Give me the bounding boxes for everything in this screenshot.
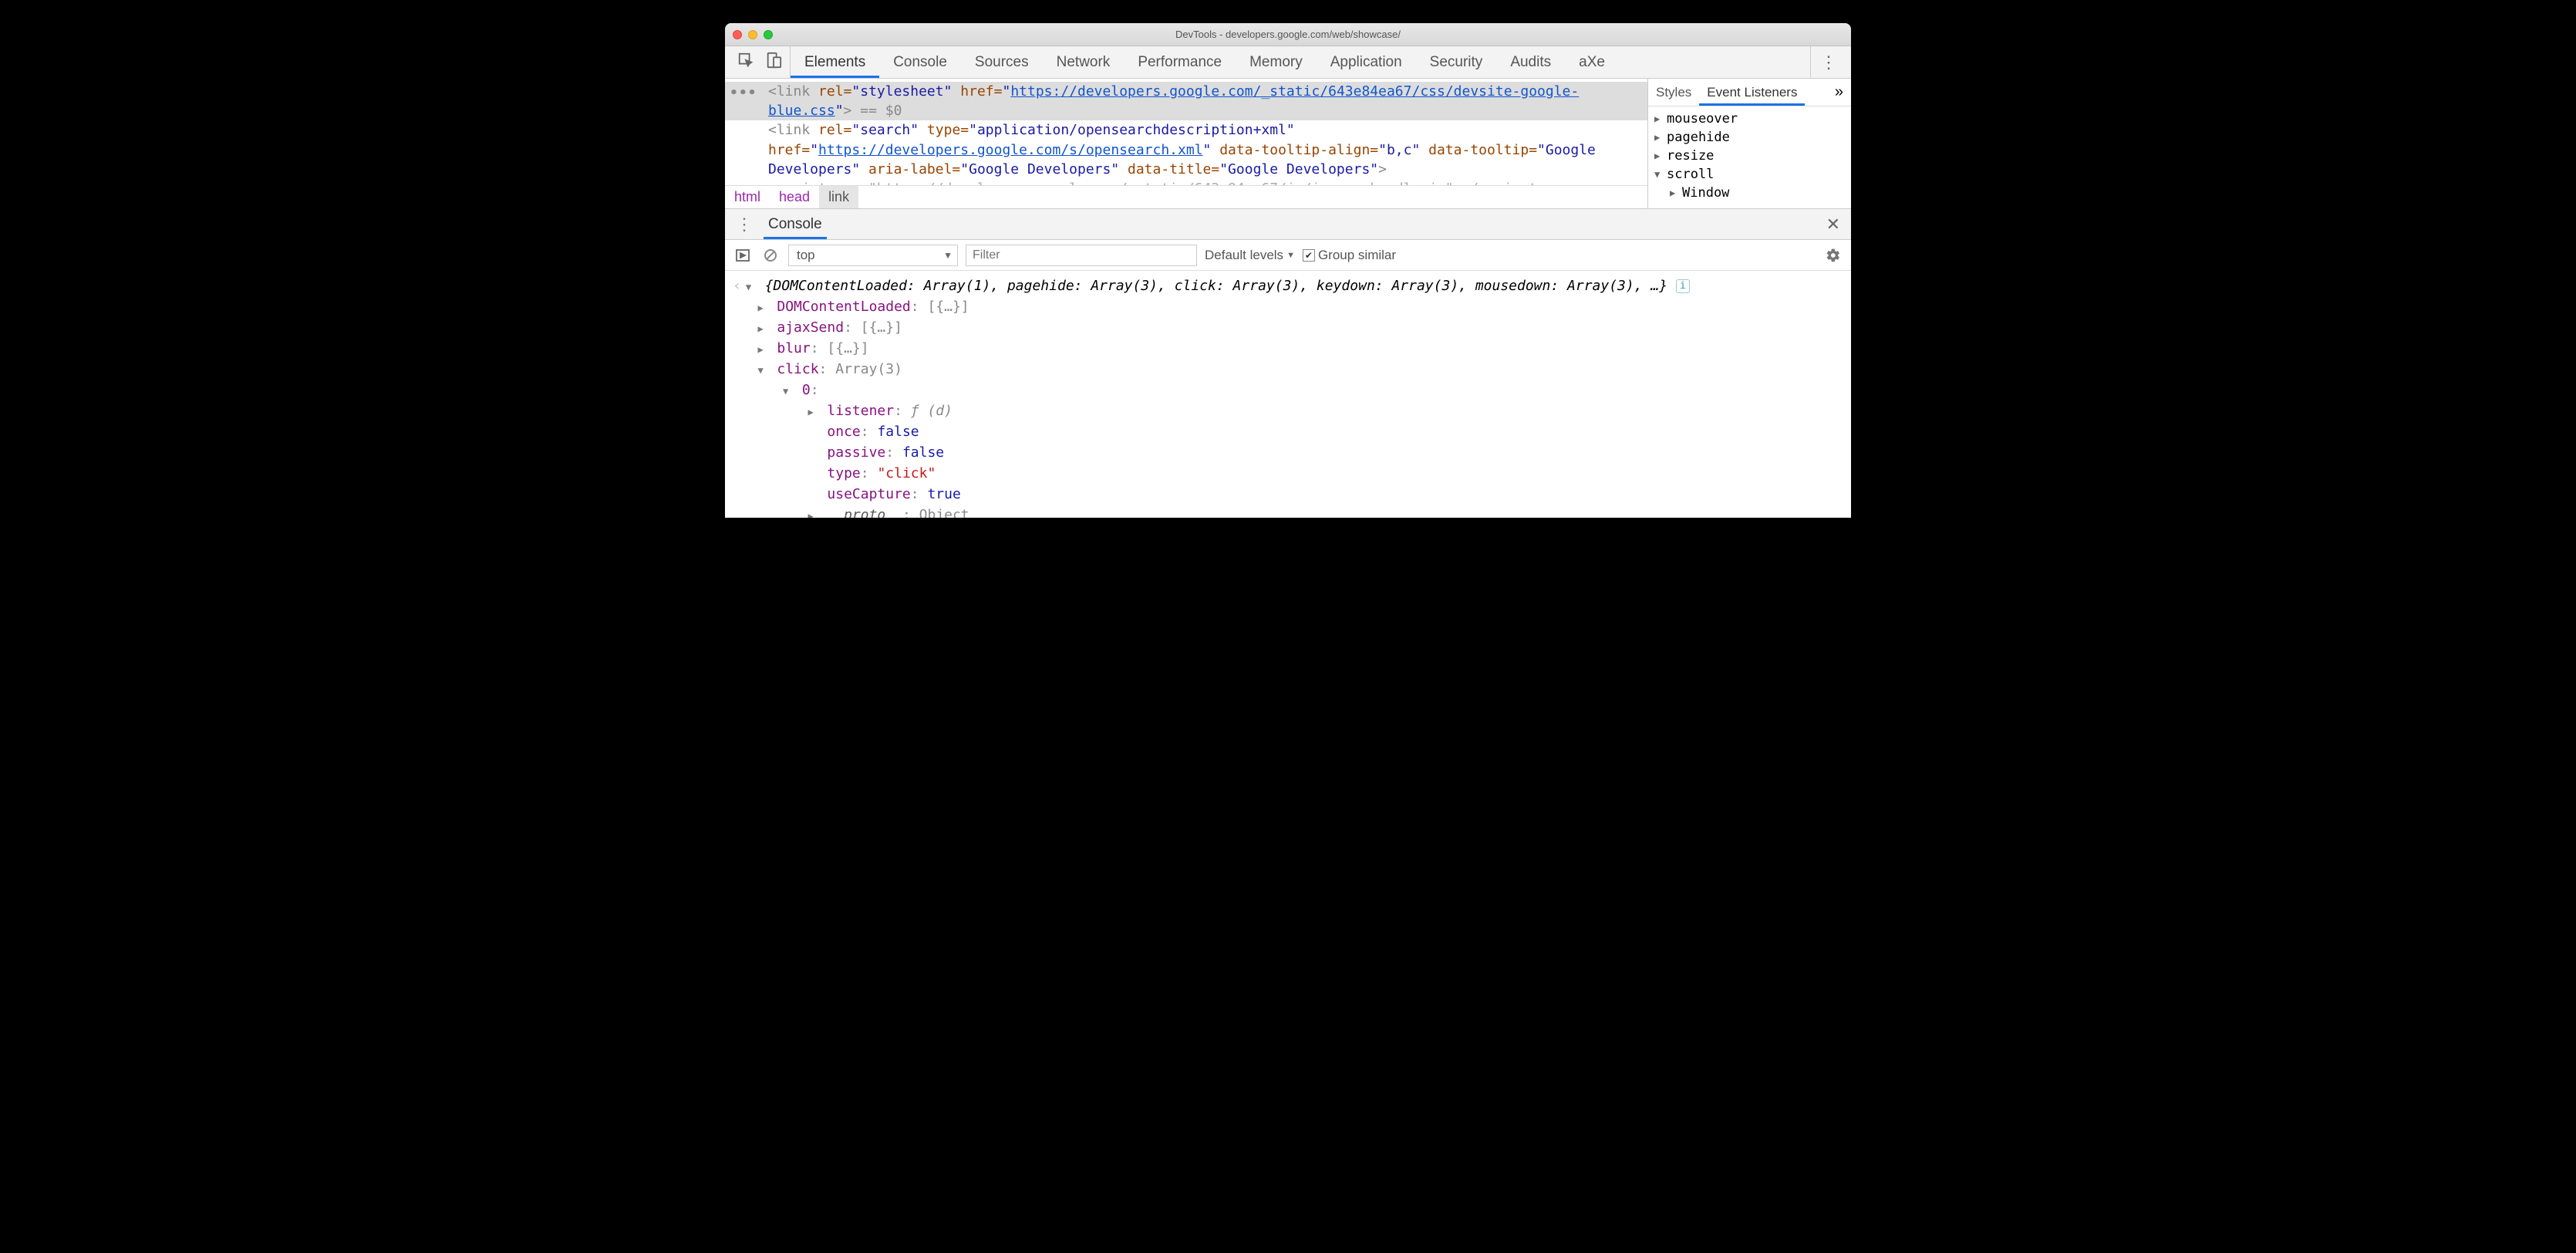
dom-href-link[interactable]: https://developers.google.com/s/opensear… <box>818 142 1203 158</box>
tab-console[interactable]: Console <box>879 46 961 78</box>
sidebar-tab-event-listeners[interactable]: Event Listeners <box>1699 79 1805 106</box>
tab-security[interactable]: Security <box>1416 46 1497 78</box>
checkbox-checked-icon: ✔ <box>1303 249 1315 262</box>
tab-audits[interactable]: Audits <box>1496 46 1565 78</box>
console-output[interactable]: ‹ {DOMContentLoaded: Array(1), pagehide:… <box>725 271 1851 518</box>
dropdown-icon: ▼ <box>1286 251 1295 260</box>
devtools-window: DevTools - developers.google.com/web/sho… <box>725 23 1851 518</box>
dom-node-selected[interactable]: <link rel="stylesheet" href="https://dev… <box>725 82 1647 120</box>
console-object-row[interactable]: ajaxSend: [{…}] <box>733 317 1843 338</box>
disclosure-triangle-icon[interactable] <box>758 322 769 336</box>
event-listener-item[interactable]: ▶resize <box>1648 147 1851 165</box>
disclosure-triangle-icon[interactable] <box>808 509 819 518</box>
disclosure-triangle-icon[interactable] <box>758 343 769 356</box>
disclosure-triangle-icon[interactable] <box>746 280 757 294</box>
tab-elements[interactable]: Elements <box>791 46 879 78</box>
tab-sources[interactable]: Sources <box>961 46 1043 78</box>
sidebar-more-icon[interactable]: » <box>1827 83 1851 101</box>
disclosure-triangle-icon[interactable] <box>758 363 769 377</box>
log-levels-selector[interactable]: Default levels ▼ <box>1205 248 1295 263</box>
dom-tree[interactable]: ••• <link rel="stylesheet" href="https:/… <box>725 79 1647 185</box>
main-tab-strip: Elements Console Sources Network Perform… <box>725 46 1851 79</box>
toolbar-icons <box>730 46 791 78</box>
console-object-row[interactable]: blur: [{…}] <box>733 338 1843 359</box>
breadcrumb: html head link <box>725 185 1647 208</box>
window-titlebar: DevTools - developers.google.com/web/sho… <box>725 23 1851 46</box>
sidebar-panel: Styles Event Listeners » ▶mouseover ▶pag… <box>1647 79 1851 208</box>
event-listener-child[interactable]: ▶Window <box>1648 184 1851 202</box>
disclosure-triangle-icon[interactable] <box>808 405 819 419</box>
console-object-row[interactable]: 0: <box>733 380 1843 400</box>
console-toolbar: top ▼ Default levels ▼ ✔ Group similar <box>725 240 1851 271</box>
console-filter-input[interactable] <box>966 245 1197 266</box>
group-similar-checkbox[interactable]: ✔ Group similar <box>1303 248 1396 263</box>
execution-scope-icon[interactable] <box>733 245 753 265</box>
console-object-row[interactable]: __proto__: Object <box>733 505 1843 518</box>
drawer-menu-icon[interactable]: ⋮ <box>725 214 764 235</box>
tab-performance[interactable]: Performance <box>1124 46 1236 78</box>
window-title: DevTools - developers.google.com/web/sho… <box>725 29 1851 40</box>
tab-axe[interactable]: aXe <box>1565 46 1619 78</box>
info-icon[interactable]: i <box>1676 279 1690 293</box>
ellipsis-icon: ••• <box>730 83 757 103</box>
main-menu-icon[interactable]: ⋮ <box>1810 46 1846 78</box>
drawer-tab-console[interactable]: Console <box>764 209 827 239</box>
device-toolbar-icon[interactable] <box>765 52 782 73</box>
event-listeners-list: ▶mouseover ▶pagehide ▶resize ▼scroll ▶Wi… <box>1648 106 1851 205</box>
tab-network[interactable]: Network <box>1043 46 1124 78</box>
console-drawer-header: ⋮ Console ✕ <box>725 209 1851 240</box>
disclosure-triangle-icon[interactable] <box>783 384 794 398</box>
console-object-row[interactable]: listener: ƒ (d) <box>733 400 1843 421</box>
console-object-row[interactable]: useCapture: true <box>733 484 1843 505</box>
drawer-close-icon[interactable]: ✕ <box>1816 214 1851 235</box>
event-listener-item[interactable]: ▶mouseover <box>1648 110 1851 128</box>
console-object-row[interactable]: once: false <box>733 421 1843 442</box>
context-selector[interactable]: top ▼ <box>788 245 958 266</box>
event-listener-item[interactable]: ▶pagehide <box>1648 128 1851 147</box>
back-arrow-icon: ‹ <box>733 278 746 294</box>
console-object-row[interactable]: DOMContentLoaded: [{…}] <box>733 296 1843 317</box>
console-object-row[interactable]: click: Array(3) <box>733 359 1843 380</box>
dom-node[interactable]: <link rel="search" type="application/ope… <box>725 120 1647 179</box>
console-object-row[interactable]: passive: false <box>733 442 1843 463</box>
inspect-element-icon[interactable] <box>737 52 754 73</box>
tab-memory[interactable]: Memory <box>1236 46 1317 78</box>
console-object-summary[interactable]: {DOMContentLoaded: Array(1), pagehide: A… <box>765 278 1667 294</box>
breadcrumb-item[interactable]: head <box>770 186 819 208</box>
dropdown-icon: ▼ <box>943 250 953 261</box>
breadcrumb-item-active[interactable]: link <box>819 186 858 208</box>
breadcrumb-item[interactable]: html <box>725 186 770 208</box>
sidebar-tab-styles[interactable]: Styles <box>1648 79 1699 106</box>
disclosure-triangle-icon[interactable] <box>758 301 769 315</box>
console-settings-icon[interactable] <box>1823 245 1843 265</box>
clear-console-icon[interactable] <box>760 245 781 265</box>
event-listener-item[interactable]: ▼scroll <box>1648 165 1851 184</box>
console-object-row[interactable]: type: "click" <box>733 463 1843 484</box>
sidebar-tabs: Styles Event Listeners » <box>1648 79 1851 106</box>
dom-node-cutoff[interactable]: <script src="https://developers.google.c… <box>725 179 1647 185</box>
tab-application[interactable]: Application <box>1317 46 1416 78</box>
